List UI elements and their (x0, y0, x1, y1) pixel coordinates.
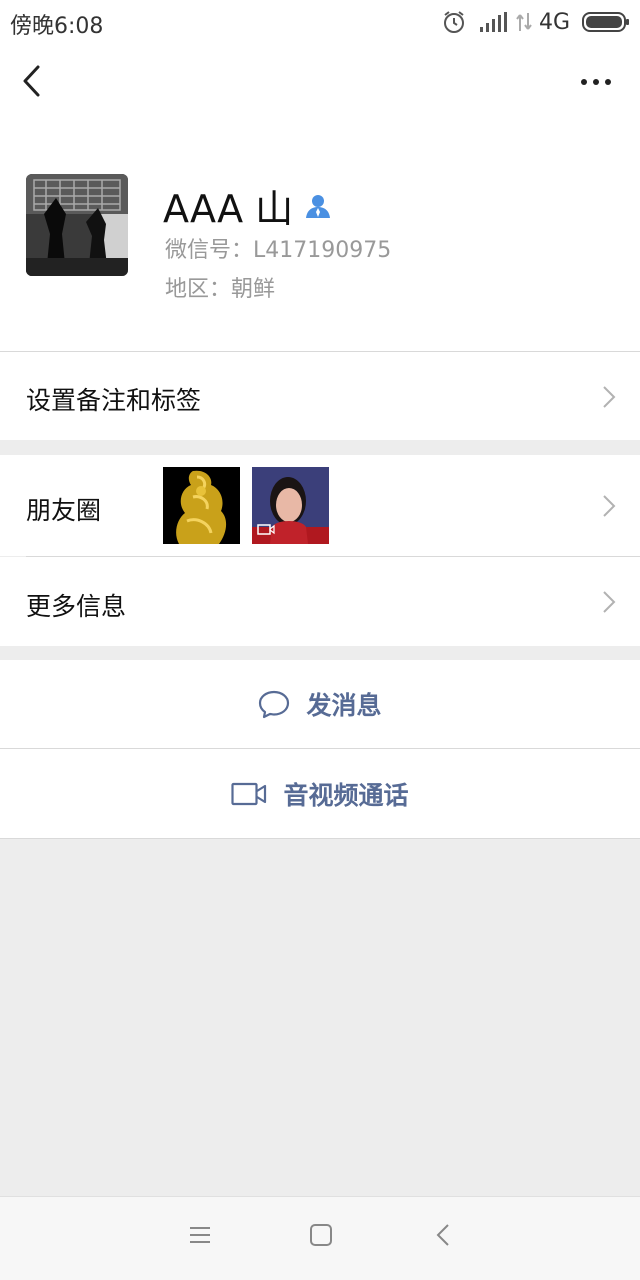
chevron-right-icon (603, 386, 616, 408)
moments-row[interactable]: 朋友圈 (0, 455, 640, 556)
moments-label: 朋友圈 (26, 496, 102, 525)
verified-person-icon (306, 194, 331, 218)
system-nav-bar (0, 1196, 640, 1280)
video-call-label: 音视频通话 (283, 780, 409, 810)
network-type: 4G (538, 9, 570, 35)
wechat-id: 微信号：L417190975 (165, 238, 392, 263)
avatar[interactable] (26, 174, 128, 276)
moments-thumbnail-2[interactable] (252, 467, 329, 544)
status-time: 傍晚6:08 (10, 14, 104, 39)
video-camera-icon (231, 782, 267, 805)
status-bar: 傍晚6:08 4G (0, 0, 640, 44)
battery-icon (582, 12, 629, 32)
chevron-right-icon (603, 495, 616, 517)
data-transfer-icon (516, 13, 532, 31)
menu-icon[interactable] (188, 1223, 212, 1247)
profile-name-text: AAA 山 (163, 187, 294, 231)
status-indicators: 4G (441, 8, 630, 36)
chevron-right-icon (603, 591, 616, 613)
divider (0, 838, 640, 839)
nav-back-icon[interactable] (432, 1223, 456, 1247)
send-message-label: 发消息 (306, 691, 382, 720)
remark-tags-row[interactable]: 设置备注和标签 (0, 352, 640, 440)
alarm-icon (443, 11, 464, 33)
more-info-label: 更多信息 (26, 592, 127, 621)
remark-tags-label: 设置备注和标签 (26, 386, 202, 415)
back-icon[interactable] (18, 62, 48, 100)
signal-icon (479, 12, 507, 32)
more-info-row[interactable]: 更多信息 (0, 557, 640, 646)
moments-thumbnail-1[interactable] (163, 467, 240, 544)
video-call-button[interactable]: 音视频通话 (0, 749, 640, 838)
more-icon[interactable] (580, 70, 612, 94)
profile-name: AAA 山 (163, 178, 331, 233)
home-icon[interactable] (309, 1223, 333, 1247)
send-message-button[interactable]: 发消息 (0, 660, 640, 748)
region: 地区：朝鲜 (165, 277, 276, 302)
chat-bubble-icon (259, 690, 290, 719)
